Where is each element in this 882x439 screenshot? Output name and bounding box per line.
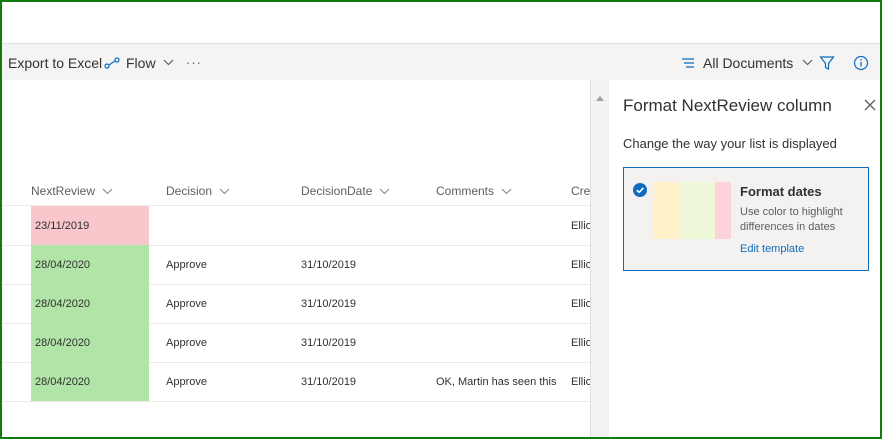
flow-button[interactable]: Flow xyxy=(104,44,174,81)
column-header-comments[interactable]: Comments xyxy=(436,177,512,205)
nextreview-value: 23/11/2019 xyxy=(35,219,90,232)
chevron-down-icon xyxy=(163,59,174,66)
created-cell: Ellio xyxy=(571,336,590,349)
column-header-label: NextReview xyxy=(31,184,96,198)
table-row[interactable]: 28/04/2020 Approve 31/10/2019 Ellio xyxy=(2,284,590,324)
edit-template-link[interactable]: Edit template xyxy=(740,243,804,255)
close-icon[interactable] xyxy=(863,98,877,112)
created-cell: Ellio xyxy=(571,258,590,271)
info-icon xyxy=(853,55,869,71)
document-list: NextReview Decision DecisionDate Comment… xyxy=(2,80,590,437)
app-frame: Export to Excel Flow ··· All Documents N… xyxy=(0,0,882,439)
created-cell: Ellio xyxy=(571,297,590,310)
decisiondate-cell: 31/10/2019 xyxy=(301,336,357,349)
view-list-icon xyxy=(681,57,695,69)
filter-icon xyxy=(819,55,835,71)
filter-button[interactable] xyxy=(819,44,835,81)
nextreview-value: 28/04/2020 xyxy=(35,336,91,349)
color-swatch-yellow xyxy=(654,182,679,239)
created-cell: Ellio xyxy=(571,219,590,232)
export-to-excel-button[interactable]: Export to Excel xyxy=(8,44,102,81)
card-title: Format dates xyxy=(740,184,822,199)
card-description: Use color to highlight differences in da… xyxy=(740,206,843,233)
info-button[interactable] xyxy=(853,44,869,81)
more-icon: ··· xyxy=(186,55,202,70)
column-header-label: DecisionDate xyxy=(301,184,373,198)
flow-icon xyxy=(104,56,120,70)
decisiondate-cell: 31/10/2019 xyxy=(301,258,357,271)
flow-label: Flow xyxy=(126,54,156,71)
panel-subtitle: Change the way your list is displayed xyxy=(623,136,837,151)
nextreview-cell: 28/04/2020 xyxy=(31,245,149,284)
comments-cell: OK, Martin has seen this xyxy=(436,375,557,388)
view-selector[interactable]: All Documents xyxy=(681,44,813,81)
created-cell: Ellio xyxy=(571,375,590,388)
column-header-nextreview[interactable]: NextReview xyxy=(31,177,113,205)
chevron-down-icon xyxy=(219,184,230,198)
decisiondate-cell: 31/10/2019 xyxy=(301,297,357,310)
column-header-label: Comments xyxy=(436,184,495,198)
more-actions-button[interactable]: ··· xyxy=(186,44,202,81)
color-swatch-green xyxy=(679,182,715,239)
nextreview-value: 28/04/2020 xyxy=(35,258,91,271)
decision-cell: Approve xyxy=(166,258,207,271)
nextreview-cell: 28/04/2020 xyxy=(31,362,149,401)
checkmark-icon xyxy=(633,183,647,197)
list-scrollbar[interactable] xyxy=(590,80,609,437)
format-dates-option[interactable]: Format dates Use color to highlight diff… xyxy=(623,167,869,271)
nextreview-cell: 28/04/2020 xyxy=(31,323,149,362)
decision-cell: Approve xyxy=(166,336,207,349)
panel-title: Format NextReview column xyxy=(623,96,832,115)
nextreview-value: 28/04/2020 xyxy=(35,375,91,388)
view-label: All Documents xyxy=(703,54,794,71)
decisiondate-cell: 31/10/2019 xyxy=(301,375,357,388)
nextreview-value: 28/04/2020 xyxy=(35,297,91,310)
decision-cell: Approve xyxy=(166,375,207,388)
column-header-decisiondate[interactable]: DecisionDate xyxy=(301,177,390,205)
chevron-down-icon xyxy=(379,184,390,198)
table-row[interactable]: 28/04/2020 Approve 31/10/2019 Ellio xyxy=(2,323,590,363)
nextreview-cell: 23/11/2019 xyxy=(31,206,149,245)
color-swatch-pink xyxy=(715,182,731,239)
table-row[interactable]: 28/04/2020 Approve 31/10/2019 OK, Martin… xyxy=(2,362,590,402)
column-header-decision[interactable]: Decision xyxy=(166,177,230,205)
column-header-label: Crea xyxy=(571,184,590,198)
table-row[interactable]: 28/04/2020 Approve 31/10/2019 Ellio xyxy=(2,245,590,285)
chevron-down-icon xyxy=(102,184,113,198)
command-bar: Export to Excel Flow ··· All Documents xyxy=(2,43,880,81)
scroll-up-icon[interactable] xyxy=(596,88,604,106)
table-row[interactable]: 23/11/2019 Ellio xyxy=(2,206,590,246)
decision-cell: Approve xyxy=(166,297,207,310)
chevron-down-icon xyxy=(501,184,512,198)
format-column-panel: Format NextReview column Change the way … xyxy=(609,80,880,437)
chevron-down-icon xyxy=(802,59,813,66)
column-header-label: Decision xyxy=(166,184,213,198)
nextreview-cell: 28/04/2020 xyxy=(31,284,149,323)
export-to-excel-label: Export to Excel xyxy=(8,54,103,71)
column-header-created[interactable]: Crea xyxy=(571,177,590,205)
